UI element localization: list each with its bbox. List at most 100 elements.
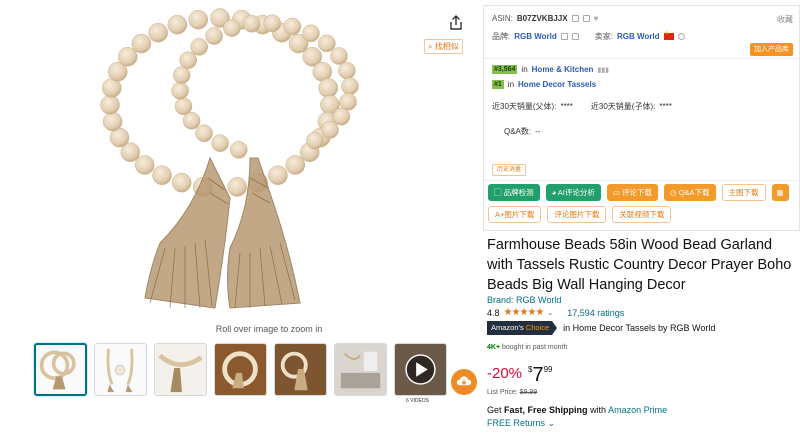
amazon-prime-link[interactable]: Amazon Prime [608,405,667,415]
divider [484,58,799,59]
bead [167,14,188,35]
rank-category-link[interactable]: Home & Kitchen [532,65,594,74]
sales-row: 近30天销量(父体): **** 近30天销量(子体): **** [492,101,672,112]
ratings-count-link[interactable]: 17,594 ratings [567,308,624,318]
rank-badge: #1 [492,80,504,89]
bead [242,15,261,33]
bead [330,47,348,65]
bar-chart-icon[interactable]: ▮▮▮ [597,66,609,74]
copy-icon[interactable] [560,33,568,40]
bead [332,107,351,126]
bead [339,93,357,111]
brand-store-link[interactable]: Brand: RGB World [487,295,561,305]
search-icon: ⌕ [428,42,433,51]
asin-row: ASIN: B07ZVKBJJX ♥ [492,14,598,23]
seller-link[interactable]: RGB World [617,32,660,41]
find-similar-label: 找相似 [434,42,459,51]
china-flag-icon [663,30,674,40]
review-download-button[interactable]: ▭ 评论下载 [606,184,659,201]
bead [174,97,193,116]
collect-button[interactable]: 收藏 [777,14,793,25]
thumbnail-6[interactable] [334,343,387,396]
sales-parent-label: 近30天销量(父体): [492,102,557,111]
bead [302,24,320,43]
bead [318,34,336,53]
rank-row-1: #3,564 in Home & Kitchen ▮▮▮ [492,65,609,74]
asin-label: ASIN: [492,14,513,23]
divider [484,180,799,181]
brand-label: 品牌: [492,32,511,41]
review-image-download-button[interactable]: 评论图片下载 [547,206,607,223]
related-video-download-button[interactable]: 关联视频下载 [612,206,672,223]
bead [188,9,209,30]
bead [152,165,172,185]
list-price: List Price: $9.99 [487,389,538,396]
qa-download-button[interactable]: ◷ Q&A下载 [664,184,716,201]
bead [306,131,324,150]
aplus-image-download-button[interactable]: A+图片下载 [488,206,542,223]
bead [171,172,192,193]
discount-percent: -20% [487,365,523,382]
bead [100,95,120,115]
bead [148,22,168,43]
main-product-image[interactable] [90,8,390,316]
rating-value: 4.8 [487,307,500,318]
ai-review-button[interactable]: ◕ AI评论分析 [545,184,601,201]
thumbnail-4[interactable] [214,343,267,396]
rating-row: 4.8 ★★★★★ ⌄ 17,594 ratings [487,307,624,318]
bead [211,134,229,152]
link-icon[interactable] [582,15,590,22]
bead [321,121,339,139]
rank-category-link[interactable]: Home Decor Tassels [518,80,596,89]
rank-badge: #3,564 [492,65,518,74]
choice-category-text: in Home Decor Tassels by RGB World [563,323,716,333]
bead [263,14,282,32]
bought-in-past-month: 4K+ bought in past month [487,344,568,351]
bead [171,82,189,100]
external-link-icon[interactable] [571,33,579,40]
free-returns-link[interactable]: FREE Returns ⌄ [487,418,555,429]
copy-icon[interactable] [571,15,579,22]
bead [338,61,356,80]
chevron-down-icon: ⌄ [547,418,556,428]
price: $7 99 [528,364,553,386]
heart-icon[interactable]: ♥ [594,14,599,23]
thumbnail-2[interactable] [94,343,147,396]
location-icon[interactable] [677,33,685,40]
cloud-download-button[interactable] [451,369,477,395]
bead [223,19,241,37]
star-rating-icon[interactable]: ★★★★★ [504,307,545,318]
bead [182,112,201,130]
brand-link[interactable]: RGB World [514,32,557,41]
sales-child-value: **** [659,102,672,111]
rank-row-2: #1 in Home Decor Tassels [492,80,596,89]
brand-check-button[interactable]: ▢ 品牌检测 [488,184,540,201]
price-row: -20% $7 99 [487,365,553,385]
add-to-library-button[interactable]: 加入产品库 [750,43,793,56]
bead [131,33,152,54]
history-sales-tag[interactable]: 历史消量 [492,164,527,176]
calculator-icon[interactable]: ▦ [771,184,789,201]
thumbnail-3[interactable] [154,343,207,396]
bead [229,141,248,159]
qa-value: -- [535,127,541,136]
thumbnail-5[interactable] [274,343,327,396]
bead [318,78,339,98]
bead [102,111,123,132]
thumbnail-1[interactable] [34,343,87,396]
share-icon[interactable] [447,14,465,32]
chevron-down-icon[interactable]: ⌄ [547,309,553,317]
zoom-hint: Roll over image to zoom in [215,324,323,334]
tool-buttons-row-2: A+图片下载 评论图片下载 关联视频下载 [488,206,672,223]
video-count-label: 6 VIDEOS [405,398,430,404]
bead [341,77,359,95]
product-title: Farmhouse Beads 58in Wood Bead Garland w… [487,237,792,293]
bead [205,27,223,45]
thumbnail-video[interactable] [394,343,447,396]
brand-seller-row: 品牌: RGB World 卖家: RGB World [492,30,685,42]
find-similar-button[interactable]: ⌕ 找相似 [424,39,463,54]
asin-value[interactable]: B07ZVKBJJX [517,14,568,23]
bead [172,66,191,84]
bead [268,165,288,185]
main-image-download-button[interactable]: 主图下载 [721,184,766,201]
